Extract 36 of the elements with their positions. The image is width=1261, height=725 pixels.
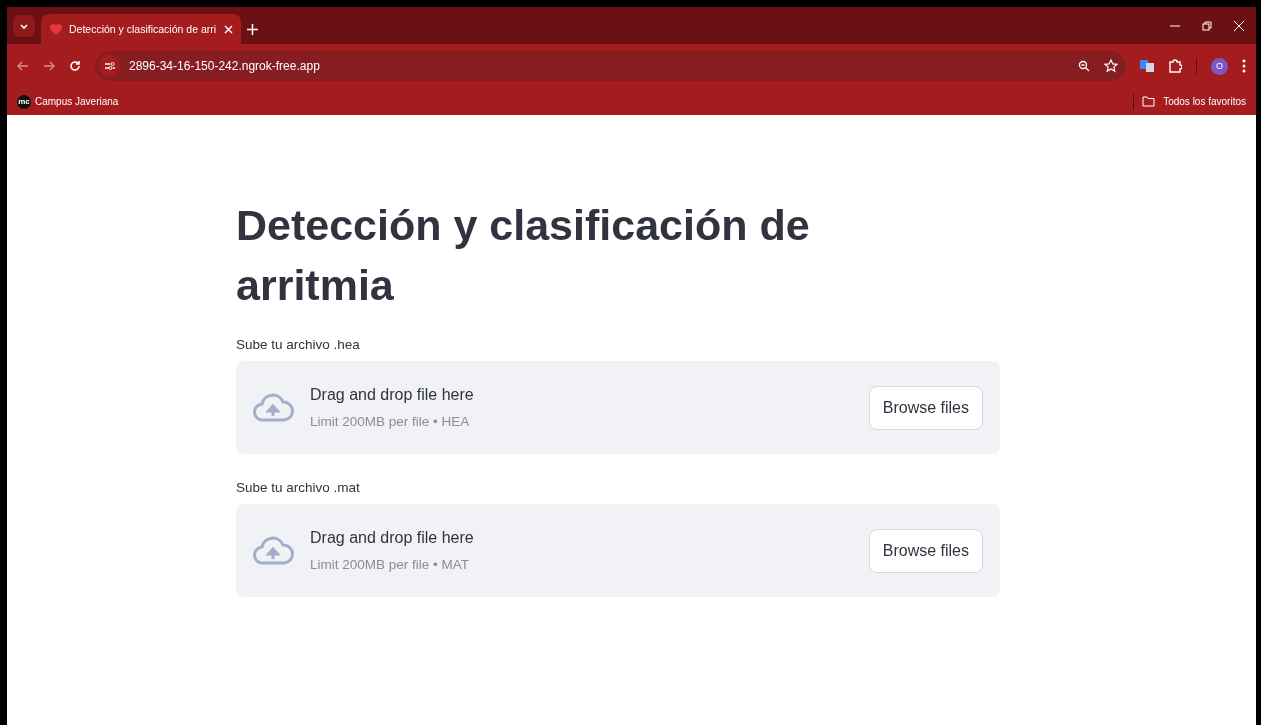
folder-icon (1142, 96, 1156, 107)
file-limit-text: Limit 200MB per file • HEA (310, 414, 471, 429)
reload-icon[interactable] (69, 60, 81, 72)
bookmark-link[interactable]: Campus Javeriana (35, 96, 119, 107)
menu-icon[interactable] (1242, 59, 1246, 73)
close-tab-icon[interactable] (224, 24, 233, 34)
heart-icon (49, 22, 63, 36)
tab-list-button[interactable] (13, 15, 35, 37)
chevron-down-icon (19, 21, 29, 31)
cloud-upload-icon (252, 535, 294, 566)
new-tab-icon[interactable] (247, 24, 258, 35)
upload-label: Sube tu archivo .mat (236, 480, 361, 495)
extensions-icon[interactable] (1168, 59, 1182, 73)
upload-label: Sube tu archivo .hea (236, 337, 361, 352)
forward-icon[interactable] (43, 60, 55, 72)
all-bookmarks-link[interactable]: Todos los favoritos (1163, 96, 1246, 107)
site-logo-icon: mc (17, 94, 31, 109)
browse-files-button[interactable]: Browse files (868, 385, 983, 430)
back-icon[interactable] (17, 60, 29, 72)
browse-files-button[interactable]: Browse files (868, 528, 983, 573)
file-drop-zone[interactable]: Drag and drop file here Limit 200MB per file • MAT Browse files (236, 504, 1000, 597)
profile-avatar[interactable]: O (1211, 57, 1228, 75)
page-title: Detección y clasificación de arritmia (236, 200, 811, 311)
address-bar[interactable]: 2896-34-16-150-242.ngrok-free.app (95, 51, 1126, 81)
drop-instruction: Drag and drop file here (310, 529, 475, 547)
drop-instruction: Drag and drop file here (310, 386, 475, 404)
cloud-upload-icon (252, 392, 294, 423)
translate-icon[interactable] (1140, 59, 1154, 73)
browser-tab[interactable]: Detección y clasificación de arri (41, 14, 241, 44)
file-limit-text: Limit 200MB per file • MAT (310, 557, 471, 572)
zoom-icon[interactable] (1078, 60, 1090, 72)
close-icon[interactable] (1234, 20, 1244, 31)
file-drop-zone[interactable]: Drag and drop file here Limit 200MB per file • HEA Browse files (236, 361, 1000, 454)
restore-icon[interactable] (1202, 20, 1212, 31)
site-settings-icon[interactable] (99, 55, 121, 77)
star-icon[interactable] (1104, 59, 1118, 73)
